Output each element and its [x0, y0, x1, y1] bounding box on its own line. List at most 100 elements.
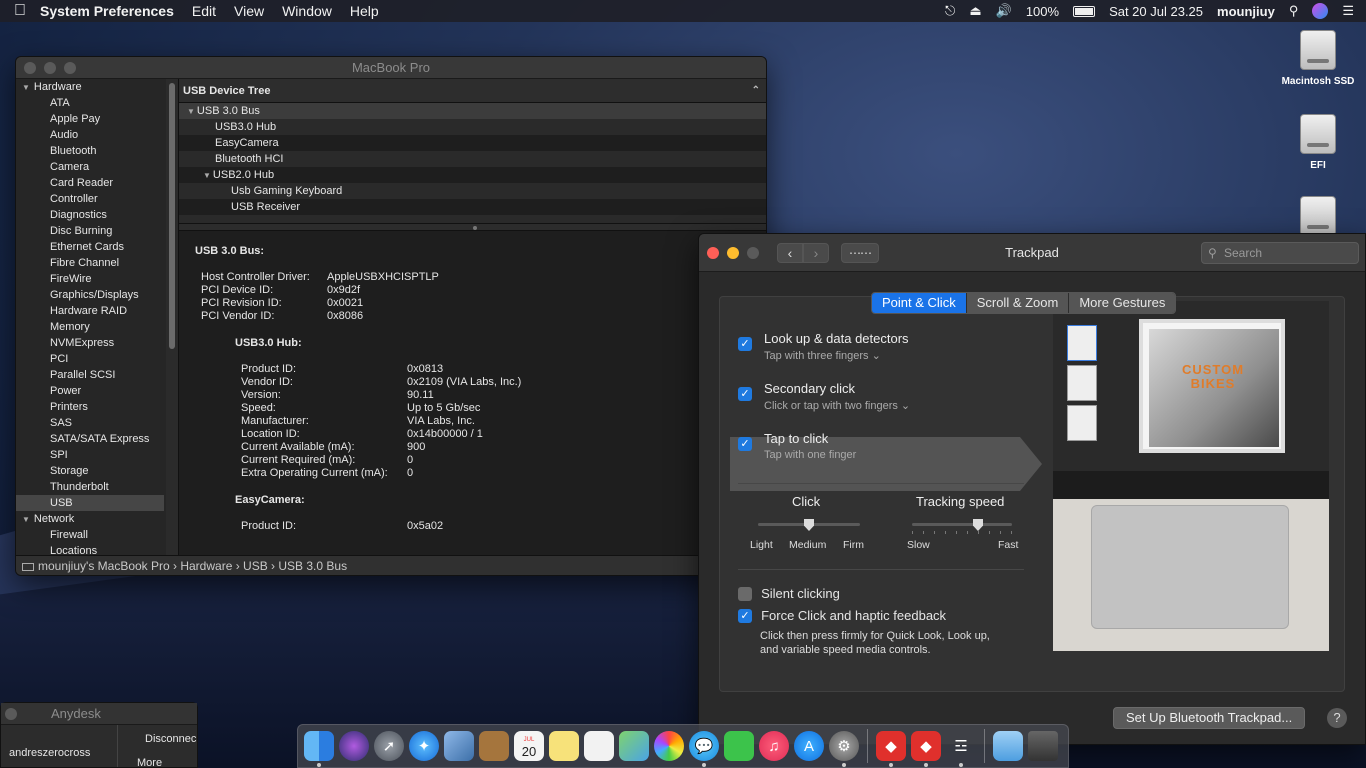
- tree-row[interactable]: USB Receiver: [179, 199, 766, 215]
- eject-icon[interactable]: ⏏: [969, 3, 981, 19]
- sidebar-item[interactable]: Bluetooth: [16, 143, 164, 159]
- menu-window[interactable]: Window: [282, 3, 332, 19]
- sidebar-item[interactable]: Hardware RAID: [16, 303, 164, 319]
- facetime-icon[interactable]: [724, 731, 754, 761]
- downloads-folder-icon[interactable]: [993, 731, 1023, 761]
- splitter-handle-icon[interactable]: [472, 226, 477, 230]
- sidebar-item[interactable]: Firewall: [16, 527, 164, 543]
- silent-clicking-checkbox[interactable]: [738, 586, 752, 601]
- option-force-click[interactable]: ✓ Force Click and haptic feedback: [738, 608, 946, 623]
- maps-icon[interactable]: [619, 731, 649, 761]
- tree-row[interactable]: USB3.0 Hub: [179, 119, 766, 135]
- system-information-icon[interactable]: ☲: [946, 731, 976, 767]
- volume-icon[interactable]: 🔊: [996, 3, 1012, 19]
- preview-icon[interactable]: [444, 731, 474, 761]
- secondary-click-checkbox[interactable]: ✓: [738, 387, 752, 401]
- activity-monitor-icon[interactable]: ⎋: [945, 3, 955, 19]
- finder-icon[interactable]: [304, 731, 334, 767]
- messages-icon[interactable]: 💬: [689, 731, 719, 767]
- tree-row[interactable]: ▼ USB 3.0 Bus: [179, 103, 766, 119]
- disconnect-button[interactable]: Disconnec: [145, 733, 196, 745]
- sidebar-item[interactable]: Storage: [16, 463, 164, 479]
- calendar-icon[interactable]: JUL 20: [514, 731, 544, 761]
- scrollbar-thumb[interactable]: [169, 83, 175, 349]
- sidebar-item[interactable]: Audio: [16, 127, 164, 143]
- sidebar-item[interactable]: Camera: [16, 159, 164, 175]
- zoom-button[interactable]: [64, 61, 76, 74]
- sidebar-group[interactable]: ▼ Hardware: [16, 79, 164, 95]
- window-titlebar[interactable]: Anydesk: [1, 703, 197, 725]
- menu-help[interactable]: Help: [350, 3, 379, 19]
- click-slider-knob[interactable]: [804, 519, 814, 531]
- anydesk-icon[interactable]: ◆: [911, 731, 941, 767]
- window-titlebar[interactable]: ‹ › ⋯⋯ Trackpad ⚲ Search: [699, 234, 1365, 272]
- minimize-button[interactable]: [44, 61, 56, 74]
- more-button[interactable]: More: [137, 757, 162, 768]
- sidebar-item[interactable]: Card Reader: [16, 175, 164, 191]
- tab-scroll-and-zoom[interactable]: Scroll & Zoom: [966, 293, 1070, 313]
- sidebar-item[interactable]: Locations: [16, 543, 164, 555]
- force-click-checkbox[interactable]: ✓: [738, 608, 752, 623]
- zoom-button[interactable]: [747, 246, 759, 259]
- option-secondary-click[interactable]: ✓ Secondary click Click or tap with two …: [738, 381, 1038, 412]
- close-button[interactable]: [24, 61, 36, 74]
- battery-icon[interactable]: [1073, 5, 1096, 17]
- close-button[interactable]: [707, 246, 719, 259]
- help-button[interactable]: ?: [1327, 708, 1347, 728]
- back-chevron-left-icon[interactable]: ‹: [777, 242, 803, 263]
- sidebar-scrollbar[interactable]: [166, 79, 178, 555]
- tracking-speed-slider[interactable]: [912, 523, 1012, 526]
- siri-icon[interactable]: [339, 731, 369, 761]
- reminders-icon[interactable]: [584, 731, 614, 761]
- close-button[interactable]: [5, 708, 17, 720]
- sidebar-item[interactable]: Disc Burning: [16, 223, 164, 239]
- disclosure-triangle-icon[interactable]: ▼: [203, 171, 211, 180]
- tree-row[interactable]: EasyCamera: [179, 135, 766, 151]
- desktop-icon-macintosh-ssd[interactable]: Macintosh SSD: [1268, 30, 1366, 87]
- trash-icon[interactable]: [1028, 731, 1058, 761]
- path-bar[interactable]: mounjiuy's MacBook Pro › Hardware › USB …: [16, 555, 766, 575]
- device-tree-header[interactable]: USB Device Tree ⌃: [179, 79, 766, 103]
- app-store-icon[interactable]: A: [794, 731, 824, 761]
- sidebar-item[interactable]: SPI: [16, 447, 164, 463]
- sidebar-item[interactable]: ATA: [16, 95, 164, 111]
- siri-icon[interactable]: [1312, 3, 1329, 19]
- look-up-checkbox[interactable]: ✓: [738, 337, 752, 351]
- launchpad-rocket-icon[interactable]: ➚: [374, 731, 404, 761]
- sidebar-item[interactable]: Graphics/Displays: [16, 287, 164, 303]
- sidebar-item[interactable]: NVMExpress: [16, 335, 164, 351]
- sidebar-item[interactable]: Controller: [16, 191, 164, 207]
- minimize-button[interactable]: [727, 246, 739, 259]
- sort-chevron-up-icon[interactable]: ⌃: [752, 79, 760, 103]
- sidebar-item[interactable]: Printers: [16, 399, 164, 415]
- sidebar-item[interactable]: SATA/SATA Express: [16, 431, 164, 447]
- disclosure-triangle-icon[interactable]: ▼: [187, 107, 195, 116]
- sidebar-item[interactable]: Parallel SCSI: [16, 367, 164, 383]
- sidebar-item[interactable]: Memory: [16, 319, 164, 335]
- option-silent-clicking[interactable]: Silent clicking: [738, 586, 840, 601]
- clock[interactable]: Sat 20 Jul 23.25: [1109, 4, 1203, 19]
- option-subtitle[interactable]: Tap with three fingers ⌄: [764, 349, 881, 362]
- sidebar-item[interactable]: Power: [16, 383, 164, 399]
- notes-icon[interactable]: [549, 731, 579, 761]
- sidebar-item[interactable]: Ethernet Cards: [16, 239, 164, 255]
- tap-to-click-checkbox[interactable]: ✓: [738, 437, 752, 451]
- sidebar-item[interactable]: Thunderbolt: [16, 479, 164, 495]
- sidebar-item[interactable]: USB: [16, 495, 164, 511]
- setup-bluetooth-trackpad-button[interactable]: Set Up Bluetooth Trackpad...: [1113, 707, 1306, 729]
- tab-point-and-click[interactable]: Point & Click: [872, 293, 967, 313]
- search-field[interactable]: ⚲ Search: [1201, 242, 1359, 264]
- tracking-speed-knob[interactable]: [973, 519, 983, 531]
- sidebar-group[interactable]: ▼ Network: [16, 511, 164, 527]
- window-titlebar[interactable]: MacBook Pro: [16, 57, 766, 79]
- disclosure-triangle-icon[interactable]: ▼: [22, 515, 30, 524]
- show-all-grid-icon[interactable]: ⋯⋯: [841, 242, 879, 263]
- anydesk-icon[interactable]: ◆: [876, 731, 906, 767]
- system-preferences-gear-icon[interactable]: ⚙: [829, 731, 859, 767]
- safari-compass-icon[interactable]: ✦: [409, 731, 439, 761]
- sidebar-item[interactable]: Apple Pay: [16, 111, 164, 127]
- menu-view[interactable]: View: [234, 3, 264, 19]
- tree-row[interactable]: Usb Gaming Keyboard: [179, 183, 766, 199]
- photos-icon[interactable]: [654, 731, 684, 761]
- user-menu[interactable]: mounjiuy: [1217, 4, 1275, 19]
